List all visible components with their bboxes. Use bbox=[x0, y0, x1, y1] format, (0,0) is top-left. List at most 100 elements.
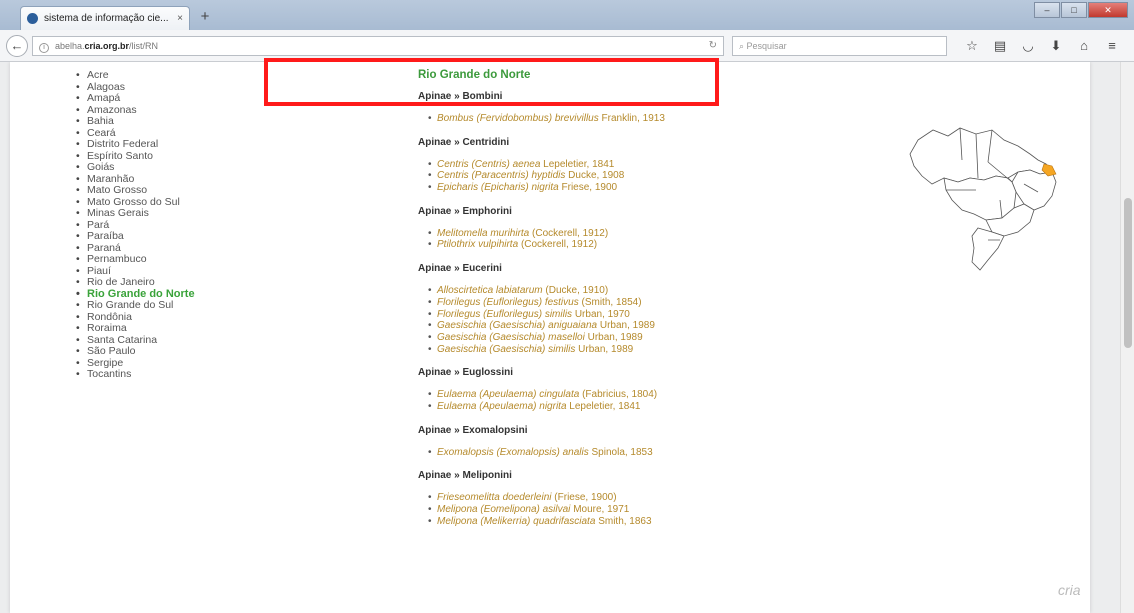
species-link[interactable]: Florilegus (Euflorilegus) festivus (Smit… bbox=[428, 297, 758, 309]
state-link[interactable]: São Paulo bbox=[76, 345, 195, 358]
species-name: Frieseomelitta doederleini bbox=[437, 492, 552, 504]
species-author: Smith, 1863 bbox=[598, 515, 652, 527]
tribe-heading: Apinae » Emphorini bbox=[418, 205, 512, 217]
tribe-heading: Apinae » Meliponini bbox=[418, 470, 512, 482]
tab-close-icon[interactable]: × bbox=[177, 13, 183, 24]
tribe-list: Apinae » Bombini Bombus (Fervidobombus) b… bbox=[418, 90, 758, 527]
url-prefix: abelha. bbox=[55, 41, 85, 51]
species-link[interactable]: Eulaema (Apeulaema) cingulata (Fabricius… bbox=[428, 389, 758, 401]
state-link[interactable]: Rio Grande do Sul bbox=[76, 299, 195, 312]
species-name: Centris (Paracentris) hyptidis bbox=[437, 170, 566, 182]
species-name: Gaesischia (Gaesischia) similis bbox=[437, 343, 576, 355]
search-input[interactable]: ⌕ Pesquisar bbox=[732, 36, 947, 56]
url-domain: cria.org.br bbox=[84, 41, 130, 51]
watermark-logo: cria bbox=[1058, 582, 1081, 598]
bookmark-star-icon[interactable]: ☆ bbox=[960, 36, 984, 56]
species-author: Friese, 1900 bbox=[561, 182, 618, 194]
pocket-icon[interactable]: ◡ bbox=[1016, 36, 1040, 56]
maximize-button[interactable]: □ bbox=[1061, 2, 1087, 18]
species-link[interactable]: Bombus (Fervidobombus) brevivillus Frank… bbox=[428, 113, 758, 125]
species-link[interactable]: Eulaema (Apeulaema) nigrita Lepeletier, … bbox=[428, 401, 758, 413]
map-south-region bbox=[971, 227, 1005, 271]
state-link[interactable]: Paraíba bbox=[76, 230, 195, 243]
species-name: Melipona (Eomelipona) asilvai bbox=[437, 504, 571, 515]
state-link[interactable]: Pernambuco bbox=[76, 253, 195, 266]
species-link[interactable]: Centris (Paracentris) hyptidis Ducke, 19… bbox=[428, 170, 758, 182]
tribe-section: Apinae » Centridini Centris (Centris) aen… bbox=[418, 136, 758, 194]
state-link[interactable]: Minas Gerais bbox=[76, 207, 195, 220]
bookmarks-library-icon[interactable]: ▤ bbox=[988, 36, 1012, 56]
back-arrow-icon[interactable]: ← bbox=[6, 35, 28, 57]
download-icon[interactable]: ⬇ bbox=[1044, 36, 1068, 56]
species-name: Ptilothrix vulpihirta bbox=[437, 239, 519, 251]
state-link[interactable]: Amapá bbox=[76, 92, 195, 105]
species-name: Bombus (Fervidobombus) brevivillus bbox=[437, 113, 599, 124]
species-author: Urban, 1970 bbox=[574, 308, 630, 320]
species-list: Centris (Centris) aenea Lepeletier, 1841… bbox=[418, 159, 758, 194]
species-link[interactable]: Frieseomelitta doederleini (Friese, 1900… bbox=[428, 492, 758, 504]
state-link[interactable]: Goiás bbox=[76, 161, 195, 174]
reload-icon[interactable]: ↻ bbox=[709, 37, 717, 55]
tribe-section: Apinae » Exomalopsini Exomalopsis (Exomal… bbox=[418, 424, 758, 459]
menu-icon[interactable]: ≡ bbox=[1100, 36, 1124, 56]
species-name: Gaesischia (Gaesischia) aniguaiana bbox=[437, 320, 598, 332]
state-title: Rio Grande do Norte bbox=[418, 69, 531, 81]
state-link[interactable]: Mato Grosso bbox=[76, 184, 195, 197]
species-link[interactable]: Centris (Centris) aenea Lepeletier, 1841 bbox=[428, 159, 758, 171]
state-link[interactable]: Acre bbox=[76, 69, 195, 82]
state-link[interactable]: Roraima bbox=[76, 322, 195, 335]
state-link[interactable]: Distrito Federal bbox=[76, 138, 195, 151]
species-name: Alloscirtetica labiatarum bbox=[437, 285, 543, 297]
minimize-button[interactable]: – bbox=[1034, 2, 1060, 18]
state-link[interactable]: Bahia bbox=[76, 115, 195, 128]
species-link[interactable]: Melitomella murihirta (Cockerell, 1912) bbox=[428, 228, 758, 240]
species-author: (Smith, 1854) bbox=[581, 296, 642, 308]
species-name: Melitomella murihirta bbox=[437, 227, 530, 239]
species-author: (Ducke, 1910) bbox=[545, 285, 609, 297]
scrollbar-thumb[interactable] bbox=[1124, 198, 1132, 348]
new-tab-button[interactable]: + bbox=[195, 8, 215, 26]
species-list: Melitomella murihirta (Cockerell, 1912)P… bbox=[418, 228, 758, 251]
species-list: Alloscirtetica labiatarum (Ducke, 1910)F… bbox=[418, 285, 758, 355]
species-link[interactable]: Gaesischia (Gaesischia) aniguaiana Urban… bbox=[428, 320, 758, 332]
brazil-map bbox=[909, 127, 1057, 271]
state-link[interactable]: Rio de Janeiro bbox=[76, 276, 195, 289]
address-bar[interactable]: i abelha.cria.org.br/list/RN ↻ bbox=[32, 36, 724, 56]
species-link[interactable]: Melipona (Eomelipona) asilvai Moure, 197… bbox=[428, 504, 758, 516]
species-author: Spinola, 1853 bbox=[591, 446, 653, 458]
tribe-section: Apinae » Eucerini Alloscirtetica labiatar… bbox=[418, 262, 758, 355]
species-list: Eulaema (Apeulaema) cingulata (Fabricius… bbox=[418, 389, 758, 412]
species-author: Urban, 1989 bbox=[587, 331, 643, 343]
species-link[interactable]: Gaesischia (Gaesischia) maselloi Urban, … bbox=[428, 332, 758, 344]
species-name: Exomalopsis (Exomalopsis) analis bbox=[437, 446, 589, 458]
window-close-button[interactable]: ✕ bbox=[1088, 2, 1128, 18]
tab-strip: sistema de informação cie... × + – □ ✕ bbox=[0, 0, 1134, 30]
species-author: Franklin, 1913 bbox=[601, 113, 665, 124]
species-link[interactable]: Exomalopsis (Exomalopsis) analis Spinola… bbox=[428, 447, 758, 459]
page-content: AcreAlagoasAmapáAmazonasBahiaCearáDistri… bbox=[10, 62, 1090, 613]
species-link[interactable]: Florilegus (Euflorilegus) similis Urban,… bbox=[428, 309, 758, 321]
navigation-bar: ← i abelha.cria.org.br/list/RN ↻ ⌕ Pesqui… bbox=[0, 30, 1134, 62]
species-link[interactable]: Ptilothrix vulpihirta (Cockerell, 1912) bbox=[428, 239, 758, 251]
species-name: Florilegus (Euflorilegus) festivus bbox=[437, 296, 579, 308]
species-link[interactable]: Alloscirtetica labiatarum (Ducke, 1910) bbox=[428, 285, 758, 297]
browser-tab[interactable]: sistema de informação cie... × bbox=[20, 6, 190, 30]
species-author: (Cockerell, 1912) bbox=[520, 239, 598, 251]
home-icon[interactable]: ⌂ bbox=[1072, 36, 1096, 56]
species-author: (Friese, 1900) bbox=[554, 492, 617, 504]
info-icon[interactable]: i bbox=[39, 43, 49, 53]
species-link[interactable]: Epicharis (Epicharis) nigrita Friese, 19… bbox=[428, 182, 758, 194]
toolbar-icons: ☆ ▤ ◡ ⬇ ⌂ ≡ bbox=[960, 36, 1128, 56]
map-central-region bbox=[943, 175, 1017, 221]
search-icon: ⌕ bbox=[739, 41, 747, 51]
tribe-heading: Apinae » Centridini bbox=[418, 136, 510, 148]
species-list: Exomalopsis (Exomalopsis) analis Spinola… bbox=[418, 447, 758, 459]
url-path: /list/RN bbox=[129, 41, 159, 51]
tribe-heading: Apinae » Bombini bbox=[418, 91, 503, 102]
page-viewport: AcreAlagoasAmapáAmazonasBahiaCearáDistri… bbox=[0, 62, 1120, 613]
vertical-scrollbar[interactable] bbox=[1120, 62, 1134, 613]
state-link[interactable]: Tocantins bbox=[76, 368, 195, 381]
species-link[interactable]: Gaesischia (Gaesischia) similis Urban, 1… bbox=[428, 344, 758, 356]
species-link[interactable]: Melipona (Melikerria) quadrifasciata Smi… bbox=[428, 516, 758, 528]
tribe-heading: Apinae » Eucerini bbox=[418, 263, 502, 275]
